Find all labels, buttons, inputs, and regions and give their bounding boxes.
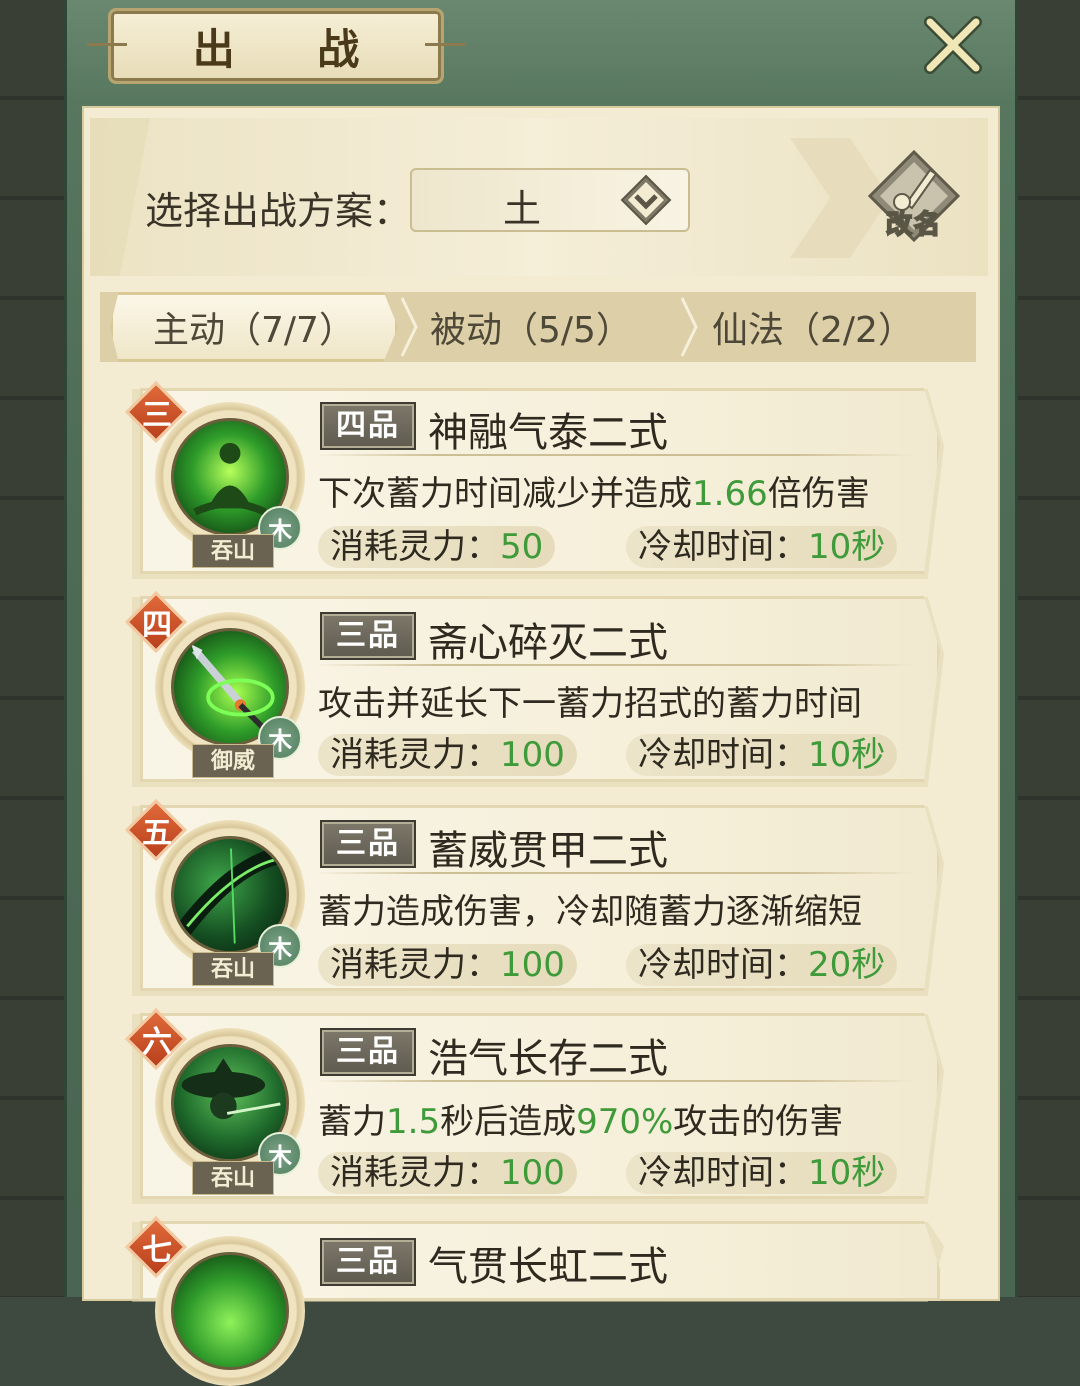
- grade-badge: 四品: [320, 402, 416, 450]
- cooldown: 冷却时间：10秒: [626, 734, 898, 776]
- tab-label: 被动（5/5）: [430, 310, 632, 351]
- school-label: 吞山: [192, 534, 274, 568]
- grade-badge: 三品: [320, 612, 416, 660]
- tab-immortal-arts[interactable]: 仙法（2/2）: [712, 292, 972, 362]
- page-title: 出 战: [192, 24, 394, 74]
- skill-name: 蓄威贯甲二式: [428, 828, 668, 874]
- rename-label: 改名: [885, 209, 942, 241]
- chevron-down-icon: [620, 174, 672, 226]
- skill-name: 斋心碎灭二式: [428, 620, 668, 666]
- mana-cost: 消耗灵力：100: [318, 734, 577, 776]
- school-label: 吞山: [192, 952, 274, 986]
- title-plaque: 出 战: [87, 8, 465, 84]
- skill-description: 蓄力造成伤害，冷却随蓄力逐渐缩短: [318, 892, 862, 932]
- skill-name: 气贯长虹二式: [428, 1244, 668, 1290]
- skill-name: 神融气泰二式: [428, 410, 668, 456]
- tab-label: 主动（7/7）: [153, 310, 355, 351]
- scheme-value: 土: [502, 187, 541, 231]
- skill-description: 下次蓄力时间减少并造成1.66倍伤害: [318, 474, 870, 514]
- skill-name: 浩气长存二式: [428, 1036, 668, 1082]
- order-badge: 五: [124, 798, 188, 862]
- close-icon: [924, 16, 982, 74]
- rename-button[interactable]: 改名: [866, 148, 962, 244]
- skill-description: 蓄力1.5秒后造成970%攻击的伤害: [318, 1102, 844, 1142]
- mana-cost: 消耗灵力：100: [318, 944, 577, 986]
- grade-badge: 三品: [320, 820, 416, 868]
- cooldown: 冷却时间：10秒: [626, 1152, 898, 1194]
- cooldown: 冷却时间：20秒: [626, 944, 898, 986]
- left-edge: [0, 0, 70, 1297]
- mana-cost: 消耗灵力：100: [318, 1152, 577, 1194]
- tab-bar: 主动（7/7） 被动（5/5） 仙法（2/2）: [100, 292, 976, 362]
- skill-icon: [171, 1252, 289, 1370]
- close-button[interactable]: [920, 12, 986, 78]
- tab-active-skills[interactable]: 主动（7/7）: [110, 292, 398, 362]
- grade-badge: 三品: [320, 1238, 416, 1286]
- cooldown: 冷却时间：10秒: [626, 526, 898, 568]
- order-badge: 三: [124, 380, 188, 444]
- scheme-dropdown[interactable]: 土: [410, 168, 690, 232]
- grade-badge: 三品: [320, 1028, 416, 1076]
- scheme-label: 选择出战方案：: [145, 189, 412, 233]
- skill-description: 攻击并延长下一蓄力招式的蓄力时间: [318, 684, 862, 724]
- tab-label: 仙法（2/2）: [712, 310, 914, 351]
- order-badge: 六: [124, 1007, 188, 1071]
- tab-passive-skills[interactable]: 被动（5/5）: [430, 292, 690, 362]
- school-label: 吞山: [192, 1161, 274, 1195]
- mana-cost: 消耗灵力：50: [318, 526, 556, 568]
- order-badge: 七: [124, 1215, 188, 1279]
- school-label: 御威: [192, 744, 274, 778]
- order-badge: 四: [124, 590, 188, 654]
